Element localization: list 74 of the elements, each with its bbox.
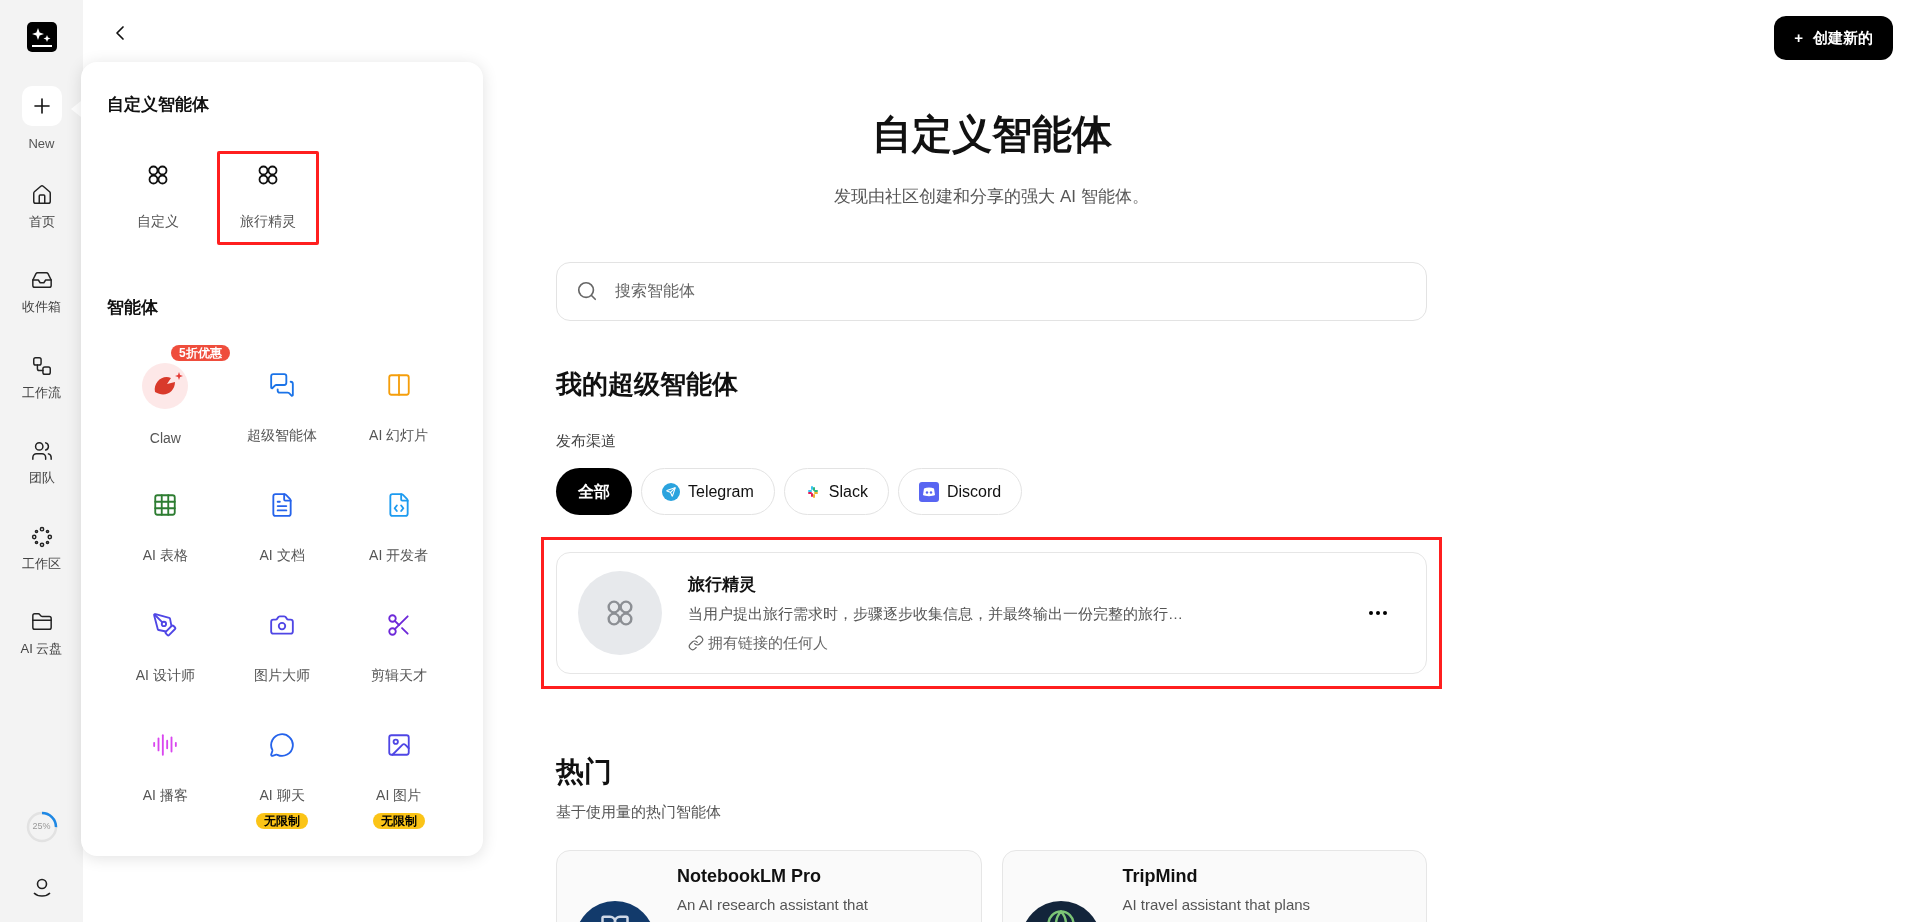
- home-icon: [30, 183, 53, 206]
- link-icon: [688, 635, 704, 651]
- access-label: 拥有链接的任何人: [708, 632, 828, 653]
- page-subtitle: 发现由社区创建和分享的强大 AI 智能体。: [833, 186, 1150, 208]
- people-icon: [30, 440, 53, 462]
- sparkle-logo-icon[interactable]: [26, 22, 57, 52]
- create-button[interactable]: + 创建新的: [1774, 16, 1893, 60]
- page-title: 自定义智能体: [870, 111, 1113, 158]
- grid-circles-icon: [146, 163, 170, 187]
- popup-heading: 自定义智能体: [107, 94, 210, 116]
- audio-wave-icon: [152, 731, 179, 758]
- agent-description: 当用户提出旅行需求时，步骤逐步收集信息，并最终输出一份完整的旅行…: [688, 604, 1184, 625]
- agent-description: An AI research assistant that: [677, 894, 868, 915]
- agent-menu-item[interactable]: AI 幻灯片: [340, 350, 457, 446]
- custom-agent-item[interactable]: 自定义: [107, 150, 209, 245]
- agent-menu-item[interactable]: 图片大师: [223, 590, 341, 686]
- grid-circles-icon: [256, 163, 280, 187]
- badge: 5折优惠: [171, 345, 230, 361]
- badge: 无限制: [256, 813, 308, 829]
- agent-menu-item[interactable]: AI 开发者: [340, 470, 457, 566]
- agent-name: NotebookLM Pro: [677, 864, 822, 888]
- agent-menu-item[interactable]: AI 表格: [107, 470, 224, 566]
- sidebar-item[interactable]: 团队: [28, 440, 55, 488]
- user-icon[interactable]: [30, 876, 53, 898]
- popup-heading: 智能体: [107, 296, 159, 319]
- claw-icon: [141, 362, 190, 410]
- folder-icon: [30, 611, 53, 633]
- section-subtitle: 基于使用量的热门智能体: [556, 802, 722, 822]
- more-button[interactable]: [1369, 611, 1387, 615]
- agent-menu-item[interactable]: AI 文档: [223, 470, 341, 566]
- custom-agent-item[interactable]: 旅行精灵: [217, 150, 319, 245]
- more-icon: [1369, 611, 1387, 615]
- plus-icon: [21, 86, 62, 126]
- pen-icon: [152, 611, 179, 638]
- search-icon: [576, 279, 598, 302]
- sidebar-item[interactable]: AI 云盘: [20, 611, 63, 659]
- inbox-icon: [30, 269, 53, 291]
- grid-icon: [152, 491, 179, 518]
- agent-menu-item[interactable]: AI 设计师: [107, 590, 224, 686]
- sidebar-item[interactable]: 工作流: [22, 354, 61, 402]
- agent-menu-item[interactable]: 剪辑天才: [340, 590, 457, 686]
- sidebar-item[interactable]: 首页: [28, 183, 55, 231]
- agent-card[interactable]: NotebookLM Pro An AI research assistant that: [556, 849, 982, 922]
- agent-description: AI travel assistant that plans: [1122, 894, 1311, 915]
- agent-card[interactable]: 旅行精灵 当用户提出旅行需求时，步骤逐步收集信息，并最终输出一份完整的旅行… 拥有链接的任何人: [556, 552, 1427, 674]
- image-icon: [385, 731, 412, 758]
- chat-bubble-icon: [269, 731, 295, 758]
- slides-icon: [385, 371, 412, 398]
- agent-menu-item[interactable]: AI 聊天: [223, 710, 341, 806]
- scissors-icon: [385, 611, 412, 638]
- usage-ring: 25%: [24, 810, 59, 844]
- agent-menu-item[interactable]: AI 播客: [107, 710, 224, 806]
- agent-menu-item[interactable]: AI 图片: [340, 710, 457, 806]
- channel-filter-chip[interactable]: Telegram: [641, 468, 775, 515]
- agent-name: 旅行精灵: [688, 573, 757, 596]
- sidebar-item[interactable]: 收件箱: [22, 269, 61, 317]
- workflow-icon: [30, 354, 53, 377]
- section-heading: 热门: [556, 755, 613, 789]
- new-button[interactable]: New: [21, 86, 62, 154]
- channel-label: 发布渠道: [556, 430, 617, 451]
- paper-plane-icon: [662, 482, 680, 501]
- sidebar-item[interactable]: 工作区: [22, 525, 61, 573]
- channel-filter-chip[interactable]: Discord: [897, 468, 1023, 515]
- document-icon: [269, 491, 295, 518]
- search-field[interactable]: 搜索智能体: [556, 261, 1427, 321]
- chat-bubbles-icon: [269, 371, 295, 398]
- agent-card[interactable]: TripMind AI travel assistant that plans: [1001, 849, 1427, 922]
- game-controller-icon: [918, 481, 939, 502]
- section-heading: 我的超级智能体: [556, 367, 739, 401]
- channel-filter-chip[interactable]: 全部: [556, 468, 632, 515]
- dotted-circle-icon: [30, 525, 53, 548]
- channel-filter-chip[interactable]: Slack: [783, 468, 889, 515]
- agent-name: TripMind: [1122, 864, 1199, 888]
- badge: 无限制: [372, 813, 425, 829]
